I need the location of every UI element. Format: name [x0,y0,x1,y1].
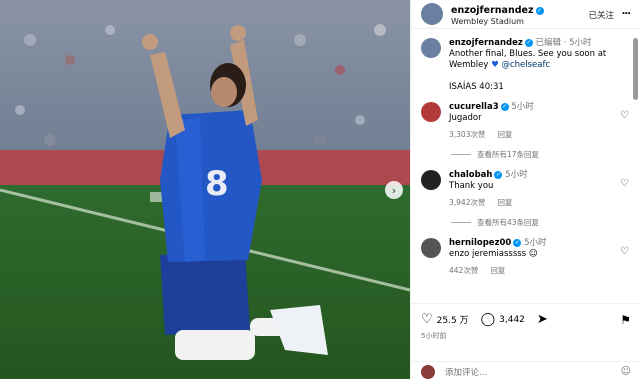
comments-count[interactable]: 3,442 [499,315,525,325]
comment-username[interactable]: chalobah [449,170,492,180]
verified-icon: ✓ [494,171,503,179]
verified-icon: ✓ [524,39,533,47]
comment-item: chalobah ✓ 5小时 Thank you 3,942次赞 回复 ♡ [411,170,633,208]
location-link[interactable]: Wembley Stadium [451,16,544,27]
comment-username[interactable]: cucurella3 [449,102,499,112]
comment-input[interactable]: 添加评论... [445,366,487,378]
caption: enzojfernandez ✓ 已编辑 · 5小时 Another final,… [411,30,633,93]
divider [451,154,471,155]
comment-text: enzo jeremiasssss [449,249,527,259]
share-icon[interactable]: ➤ [537,312,548,327]
instagram-post: 8 › enzojfernandez ✓ Wembley Stadium 已关注 … [0,0,640,379]
post-footer: ♡ 25.5 万 ◯ 3,442 ➤ ⚑ 5小时前 添加评论... ☺ [411,303,640,380]
comment-time[interactable]: 5小时 [524,238,546,248]
more-options-icon[interactable]: ... [622,6,631,17]
comment-likes[interactable]: 3,303次赞 [449,130,485,139]
bookmark-icon[interactable]: ⚑ [620,313,631,327]
post-header: enzojfernandez ✓ Wembley Stadium 已关注 ... [411,0,640,29]
laughing-emoji-icon: ☺ [528,249,538,259]
caption-text-line1: Another final, Blues. See you soon at [449,49,607,59]
avatar[interactable] [421,238,441,258]
svg-text:8: 8 [205,164,229,204]
reply-button[interactable]: 回复 [490,266,505,275]
caption-username[interactable]: enzojfernandez [449,38,523,48]
verified-icon: ✓ [513,239,522,247]
like-comment-icon[interactable]: ♡ [620,110,629,121]
edited-label: 已编辑 [535,38,562,48]
caption-time[interactable]: 5小时 [569,38,591,48]
like-icon[interactable]: ♡ [421,312,433,327]
verified-icon: ✓ [535,6,544,15]
blue-heart-icon: ♥ [491,60,499,70]
comment-username[interactable]: hernilopez00 [449,238,511,248]
avatar [421,364,435,379]
likes-count[interactable]: 25.5 万 [437,313,469,326]
comment-item: cucurella3 ✓ 5小时 Jugador 3,303次赞 回复 ♡ [411,102,633,140]
view-replies-label: 查看所有17条回复 [477,150,540,159]
comment-time[interactable]: 5小时 [511,102,533,112]
view-replies-button[interactable]: 查看所有17条回复 [411,149,633,160]
add-comment-bar: 添加评论... ☺ [411,361,640,381]
comment-icon[interactable]: ◯ [481,312,496,327]
reply-button[interactable]: 回复 [497,130,512,139]
reply-button[interactable]: 回复 [497,198,512,207]
chevron-right-icon: › [391,183,397,197]
view-replies-label: 查看所有43条回复 [477,218,540,227]
emoji-icon[interactable]: ☺ [621,366,631,377]
avatar[interactable] [421,3,443,25]
avatar[interactable] [421,102,441,122]
next-photo-button[interactable]: › [385,181,403,199]
post-panel: enzojfernandez ✓ Wembley Stadium 已关注 ... … [410,0,640,379]
verified-icon: ✓ [500,103,509,111]
caption-text-line2: Wembley [449,60,489,70]
comment-text: Jugador [449,113,482,123]
mention-link[interactable]: @chelseafc [501,60,550,70]
post-photo[interactable]: 8 [0,0,410,379]
avatar[interactable] [421,170,441,190]
comment-time[interactable]: 5小时 [505,170,527,180]
like-comment-icon[interactable]: ♡ [620,178,629,189]
like-comment-icon[interactable]: ♡ [620,246,629,257]
post-time: 5小时前 [421,332,447,340]
avatar[interactable] [421,38,441,58]
view-replies-button[interactable]: 查看所有43条回复 [411,217,633,228]
scrollbar-thumb[interactable] [633,38,638,100]
comment-text: Thank you [449,181,494,191]
caption-verse: ISAÍAS 40:31 [449,82,504,92]
following-button[interactable]: 已关注 [588,9,614,21]
comment-likes[interactable]: 442次赞 [449,266,478,275]
author-username[interactable]: enzojfernandez [451,5,534,16]
scrollbar[interactable] [633,34,638,296]
comment-likes[interactable]: 3,942次赞 [449,198,485,207]
comment-item: hernilopez00 ✓ 5小时 enzo jeremiasssss ☺ 44… [411,238,633,276]
comments-list[interactable]: enzojfernandez ✓ 已编辑 · 5小时 Another final,… [411,30,633,300]
divider [451,222,471,223]
